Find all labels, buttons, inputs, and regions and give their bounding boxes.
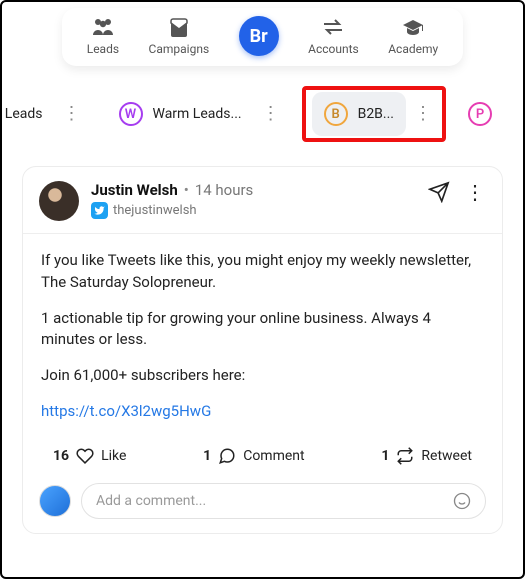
people-icon <box>90 16 116 38</box>
tab-next[interactable]: P <box>460 98 500 130</box>
campaigns-icon <box>166 16 192 38</box>
nav-accounts-label: Accounts <box>308 42 359 56</box>
nav-campaigns-label: Campaigns <box>149 42 210 56</box>
post-time: 14 hours <box>195 181 254 199</box>
tab-warm-leads[interactable]: W Warm Leads... ⋮ <box>103 92 288 136</box>
nav-accounts[interactable]: Accounts <box>308 16 359 56</box>
nav-academy[interactable]: Academy <box>388 16 438 56</box>
comment-button[interactable]: 1 Comment <box>203 447 304 465</box>
twitter-icon <box>91 202 108 219</box>
author-avatar[interactable] <box>39 181 79 221</box>
comment-placeholder: Add a comment... <box>96 493 453 509</box>
tab-badge-icon: B <box>324 102 348 126</box>
nav-home[interactable]: Br <box>239 16 279 56</box>
heart-icon <box>76 447 94 465</box>
user-avatar[interactable] <box>39 485 71 517</box>
tab-prev[interactable]: ed Leads ⋮ <box>0 96 89 132</box>
tab-menu-icon[interactable]: ⋮ <box>59 101 85 127</box>
post-body: If you like Tweets like this, you might … <box>23 234 502 439</box>
nav-leads[interactable]: Leads <box>87 16 119 56</box>
retweet-icon <box>396 447 414 465</box>
tab-menu-icon[interactable]: ⋮ <box>258 101 284 127</box>
highlighted-tab: B B2B... ⋮ <box>302 86 446 142</box>
retweet-label: Retweet <box>421 448 472 464</box>
comment-input[interactable]: Add a comment... <box>81 483 486 519</box>
nav-home-label: Br <box>250 26 268 47</box>
tab-menu-icon[interactable]: ⋮ <box>410 101 436 127</box>
like-label: Like <box>101 448 126 464</box>
tabs-row: ed Leads ⋮ W Warm Leads... ⋮ B B2B... ⋮ … <box>0 66 525 156</box>
more-icon[interactable]: ⋮ <box>464 181 486 203</box>
post-card: Justin Welsh • 14 hours thejustinwelsh ⋮ <box>22 166 503 534</box>
like-count: 16 <box>53 448 69 464</box>
tab-badge-icon: W <box>119 102 143 126</box>
comment-composer: Add a comment... <box>23 477 502 533</box>
emoji-icon[interactable] <box>453 492 471 510</box>
author-block: Justin Welsh • 14 hours thejustinwelsh <box>91 181 416 219</box>
post-link[interactable]: https://t.co/X3l2wg5HwG <box>41 402 211 420</box>
send-icon[interactable] <box>428 181 450 203</box>
separator-dot: • <box>184 181 189 199</box>
retweet-count: 1 <box>381 448 389 464</box>
tab-label: Warm Leads... <box>153 106 242 122</box>
nav-academy-label: Academy <box>388 42 438 56</box>
tab-label: ed Leads <box>0 106 43 122</box>
author-name[interactable]: Justin Welsh <box>91 181 178 199</box>
comment-count: 1 <box>203 448 211 464</box>
nav-leads-label: Leads <box>87 42 119 56</box>
author-handle[interactable]: thejustinwelsh <box>113 203 197 218</box>
academy-icon <box>400 16 426 38</box>
comment-label: Comment <box>243 448 304 464</box>
top-nav: Leads Campaigns Br Accounts Academy <box>62 8 463 66</box>
switch-icon <box>320 16 346 38</box>
tab-b2b[interactable]: B B2B... ⋮ <box>308 92 440 136</box>
post-text: If you like Tweets like this, you might … <box>41 250 484 294</box>
retweet-button[interactable]: 1 Retweet <box>381 447 472 465</box>
post-stats: 16 Like 1 Comment 1 Retweet <box>23 439 502 477</box>
post-text: 1 actionable tip for growing your online… <box>41 308 484 352</box>
post-text: Join 61,000+ subscribers here: <box>41 365 484 387</box>
tab-label: B2B... <box>358 106 394 122</box>
like-button[interactable]: 16 Like <box>53 447 126 465</box>
tab-badge-icon: P <box>468 102 492 126</box>
comment-icon <box>218 447 236 465</box>
nav-campaigns[interactable]: Campaigns <box>149 16 210 56</box>
post-header: Justin Welsh • 14 hours thejustinwelsh ⋮ <box>23 167 502 234</box>
